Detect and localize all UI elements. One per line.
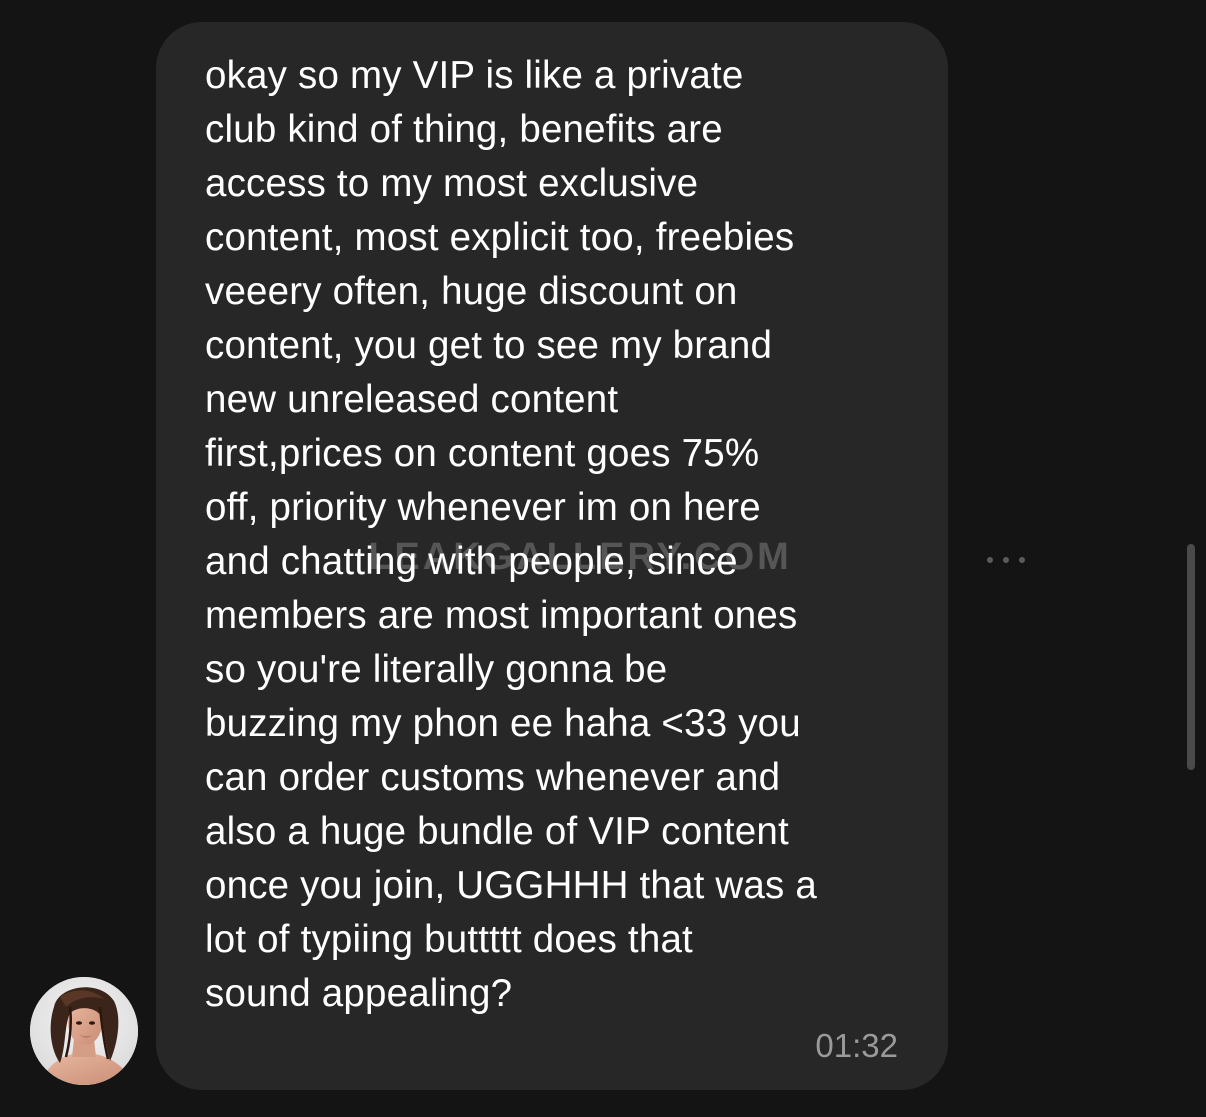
- scrollbar[interactable]: [1187, 544, 1195, 770]
- chat-screen: okay so my VIP is like a private club ki…: [0, 0, 1206, 1117]
- message-line: once you join, UGGHHH that was a: [205, 864, 817, 907]
- message-line: access to my most exclusive: [205, 162, 699, 205]
- more-options-button[interactable]: [974, 544, 1038, 576]
- message-line: and chatting with people, since: [205, 540, 738, 583]
- message-line: okay so my VIP is like a private: [205, 54, 744, 97]
- message-line: buzzing my phon ee haha <33 you: [205, 702, 801, 745]
- message-line: can order customs whenever and: [205, 756, 781, 799]
- message-line: also a huge bundle of VIP content: [205, 810, 789, 853]
- more-horizontal-icon: [987, 557, 1025, 563]
- message-line: first,prices on content goes 75%: [205, 432, 760, 475]
- message-line: new unreleased content: [205, 378, 619, 421]
- message-line: off, priority whenever im on here: [205, 486, 761, 529]
- message-text: okay so my VIP is like a private club ki…: [205, 49, 925, 1021]
- message-bubble[interactable]: okay so my VIP is like a private club ki…: [156, 22, 948, 1090]
- message-line: lot of typiing buttttt does that: [205, 918, 693, 961]
- message-line: content, you get to see my brand: [205, 324, 773, 367]
- message-line: veeery often, huge discount on: [205, 270, 738, 313]
- avatar-image: [30, 977, 138, 1085]
- message-line: so you're literally gonna be: [205, 648, 668, 691]
- message-line: club kind of thing, benefits are: [205, 108, 723, 151]
- message-line: members are most important ones: [205, 594, 798, 637]
- message-line: content, most explicit too, freebies: [205, 216, 795, 259]
- message-timestamp: 01:32: [815, 1027, 898, 1064]
- avatar[interactable]: [30, 977, 138, 1085]
- message-line: sound appealing?: [205, 972, 513, 1015]
